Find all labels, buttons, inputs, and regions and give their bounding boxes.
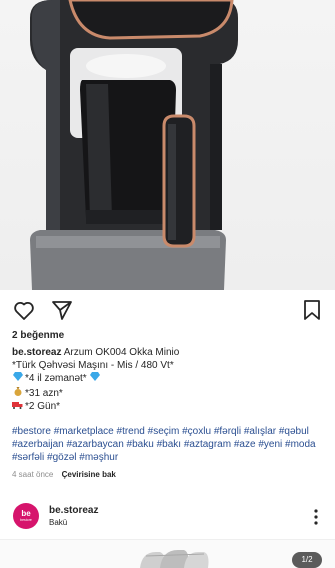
avatar-logo-subtext: bestore — [20, 517, 32, 522]
hashtag-link[interactable]: #çoxlu — [182, 426, 211, 437]
hashtag-link[interactable]: #trend — [117, 426, 145, 437]
caption-line: *4 il zəmanət* — [25, 373, 87, 385]
hashtag-link[interactable]: #azerbaijan — [12, 439, 64, 450]
heart-icon[interactable] — [12, 298, 36, 322]
hashtag-link[interactable]: #qəbul — [279, 426, 309, 437]
diamond-icon — [12, 372, 23, 385]
hashtag-link[interactable]: #sərfəli — [12, 452, 44, 463]
translate-link[interactable]: Çevirisine bak — [62, 470, 116, 479]
money-bag-icon — [12, 386, 23, 400]
bookmark-icon[interactable] — [300, 298, 324, 322]
avatar-logo-text: be — [21, 508, 31, 518]
hashtag-link[interactable]: #marketplace — [54, 426, 114, 437]
post-meta: 4 saat önce Çevirisine bak — [12, 470, 116, 479]
hashtag-link[interactable]: #fərqli — [214, 426, 241, 437]
post-action-bar — [0, 296, 335, 324]
author-row: be bestore be.storeaz Bakü — [0, 496, 335, 536]
coffee-machine-illustration — [30, 0, 238, 290]
hashtag-link[interactable]: #məşhur — [79, 452, 118, 463]
post-caption: be.storeaz Arzum OK004 Okka Minio *Türk … — [12, 346, 324, 413]
author-location[interactable]: Bakü — [49, 518, 67, 527]
product-preview-illustration — [140, 550, 209, 568]
hashtag-link[interactable]: #bakı — [157, 439, 181, 450]
hashtag-list: #bestore #marketplace #trend #seçim #çox… — [12, 425, 327, 465]
delivery-truck-icon — [12, 400, 23, 413]
hashtag-link[interactable]: #aze — [234, 439, 256, 450]
carousel-page-counter: 1/2 — [292, 552, 322, 568]
author-name[interactable]: be.storeaz — [49, 505, 98, 516]
caption-username[interactable]: be.storeaz — [12, 347, 61, 358]
caption-line: *Türk Qəhvəsi Maşını - Mis / 480 Vt* — [12, 360, 174, 372]
more-options-icon[interactable] — [308, 506, 324, 528]
post-time: 4 saat önce — [12, 470, 54, 479]
hashtag-link[interactable]: #alışlar — [244, 426, 276, 437]
hashtag-link[interactable]: #seçim — [148, 426, 180, 437]
hashtag-link[interactable]: #azarbaycan — [67, 439, 124, 450]
avatar[interactable]: be bestore — [13, 503, 39, 529]
caption-line: *2 Gün* — [25, 400, 61, 412]
hashtag-link[interactable]: #bestore — [12, 426, 51, 437]
caption-line: *31 azn* — [25, 387, 63, 399]
caption-title: Arzum OK004 Okka Minio — [63, 347, 180, 358]
share-paper-plane-icon[interactable] — [50, 298, 74, 322]
next-post-image[interactable] — [0, 540, 335, 568]
hashtag-link[interactable]: #gözəl — [47, 452, 76, 463]
hashtag-link[interactable]: #baku — [127, 439, 154, 450]
post-image[interactable] — [0, 0, 335, 290]
likes-count[interactable]: 2 beğenme — [12, 330, 64, 341]
hashtag-link[interactable]: #yeni — [258, 439, 282, 450]
hashtag-link[interactable]: #moda — [285, 439, 316, 450]
diamond-icon — [89, 372, 100, 385]
hashtag-link[interactable]: #aztagram — [184, 439, 231, 450]
